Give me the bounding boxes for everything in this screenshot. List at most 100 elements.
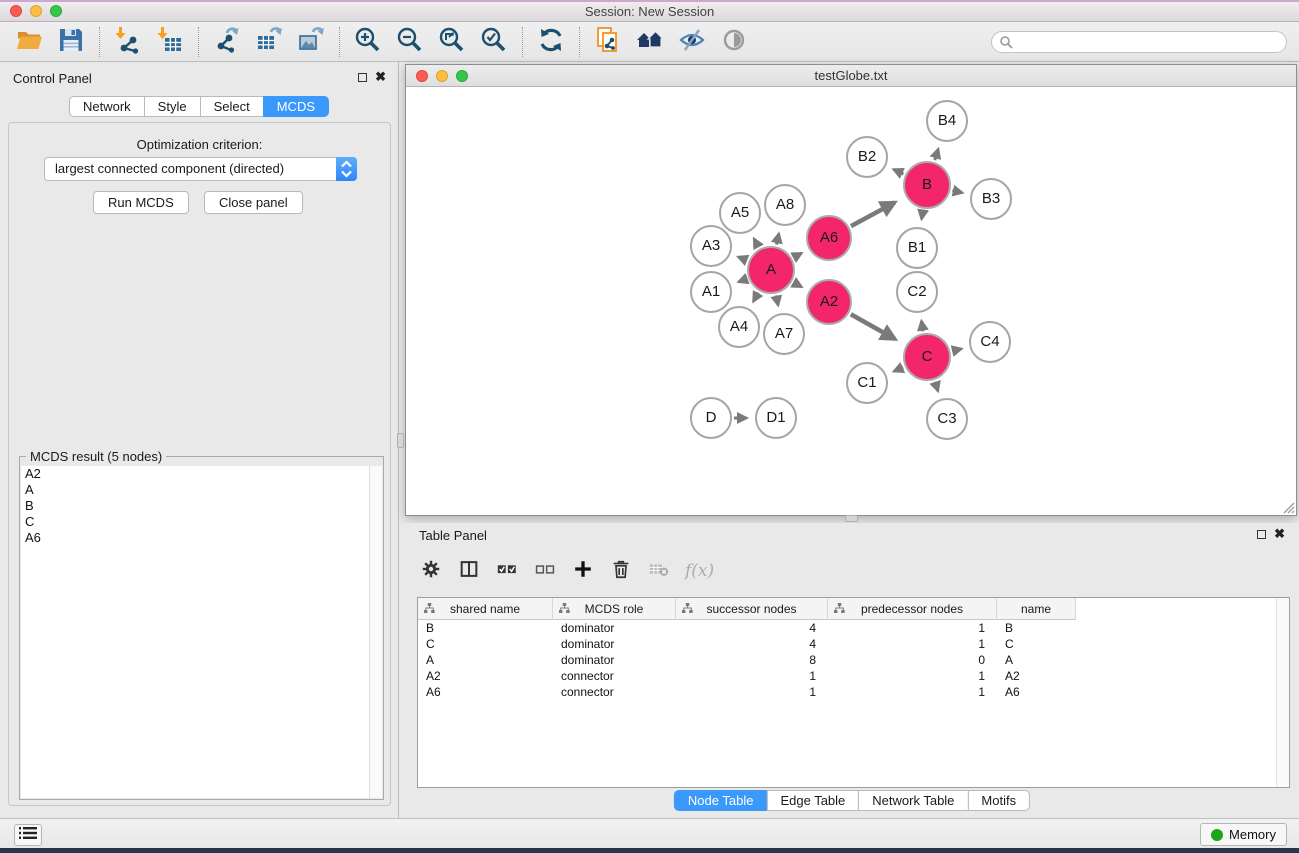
graph-node-A2[interactable]: A2 (806, 279, 852, 325)
graph-edge-A-A1[interactable] (739, 279, 747, 282)
graph-edge-B-B2[interactable] (894, 169, 904, 174)
table-row[interactable]: Cdominator41C (418, 636, 1289, 652)
graph-edge-A-A3[interactable] (738, 257, 747, 260)
float-panel-icon[interactable] (358, 73, 367, 82)
graph-edge-C-C1[interactable] (894, 367, 903, 371)
result-item[interactable]: A2 (21, 466, 382, 482)
vertical-splitter-grip[interactable] (397, 433, 404, 448)
graph-edge-B-B1[interactable] (922, 211, 923, 219)
table-row[interactable]: A2connector11A2 (418, 668, 1289, 684)
tab-select[interactable]: Select (200, 96, 264, 117)
graph-node-C1[interactable]: C1 (846, 362, 888, 404)
zoom-fit-button[interactable] (431, 24, 473, 60)
graph-edge-B-B4[interactable] (935, 149, 938, 160)
hide-panels-button[interactable] (671, 24, 713, 60)
graph-node-D1[interactable]: D1 (755, 397, 797, 439)
graph-node-A6[interactable]: A6 (806, 215, 852, 261)
tab-style[interactable]: Style (144, 96, 201, 117)
graph-node-B4[interactable]: B4 (926, 100, 968, 142)
graph-edge-A-A6[interactable] (794, 253, 802, 257)
result-item[interactable]: C (21, 514, 382, 530)
graph-edge-A6-B[interactable] (851, 202, 895, 226)
column-header-predecessor-nodes[interactable]: predecessor nodes (828, 598, 997, 620)
graph-node-C4[interactable]: C4 (969, 321, 1011, 363)
export-table-button[interactable] (248, 24, 290, 60)
graph-node-A1[interactable]: A1 (690, 271, 732, 313)
mcds-result-list[interactable]: A2ABCA6 (21, 466, 382, 798)
import-table-button[interactable] (149, 24, 191, 60)
horizontal-splitter-grip[interactable] (845, 515, 858, 522)
network-window-titlebar[interactable]: testGlobe.txt (406, 65, 1296, 87)
select-all-button[interactable] (495, 559, 519, 583)
graph-edge-A-A5[interactable] (754, 239, 759, 247)
graph-node-B1[interactable]: B1 (896, 227, 938, 269)
show-panels-button[interactable] (713, 24, 755, 60)
result-scrollbar[interactable] (369, 466, 382, 798)
graph-edge-A-A8[interactable] (776, 234, 778, 245)
table-row[interactable]: Bdominator41B (418, 620, 1289, 636)
graph-edge-A-A4[interactable] (753, 293, 758, 302)
graph-node-A7[interactable]: A7 (763, 313, 805, 355)
column-header-successor-nodes[interactable]: successor nodes (676, 598, 828, 620)
function-builder-button[interactable]: f(x) (685, 559, 714, 583)
save-session-button[interactable] (50, 24, 92, 60)
network-file-button[interactable] (587, 24, 629, 60)
graph-node-B3[interactable]: B3 (970, 178, 1012, 220)
graph-edge-A2-C[interactable] (851, 314, 895, 339)
close-panel-icon[interactable]: ✖ (375, 72, 386, 82)
graph-canvas[interactable]: B4B2BB3A8A5A6A3B1AA1C2A2A4A7C4CC1DD1C3 (406, 88, 1296, 515)
graph-edge-A-A7[interactable] (776, 295, 778, 305)
table-settings-button[interactable] (419, 559, 443, 583)
open-session-button[interactable] (8, 24, 50, 60)
zoom-in-button[interactable] (347, 24, 389, 60)
graph-edge-C-C3[interactable] (935, 382, 938, 391)
column-header-name[interactable]: name (997, 598, 1076, 620)
criterion-select[interactable]: largest connected component (directed) (44, 157, 357, 181)
float-panel-icon[interactable] (1257, 530, 1266, 539)
delete-column-button[interactable] (609, 559, 633, 583)
export-image-button[interactable] (290, 24, 332, 60)
show-columns-button[interactable] (457, 559, 481, 583)
close-panel-button[interactable]: Close panel (204, 191, 303, 214)
graph-node-B[interactable]: B (903, 161, 951, 209)
graph-node-B2[interactable]: B2 (846, 136, 888, 178)
graph-edge-B-B3[interactable] (952, 191, 962, 193)
import-network-button[interactable] (107, 24, 149, 60)
tab-edge-table[interactable]: Edge Table (766, 790, 859, 811)
graph-node-D[interactable]: D (690, 397, 732, 439)
graph-node-A5[interactable]: A5 (719, 192, 761, 234)
run-mcds-button[interactable]: Run MCDS (93, 191, 189, 214)
graph-node-A4[interactable]: A4 (718, 306, 760, 348)
deselect-all-button[interactable] (533, 559, 557, 583)
home-button[interactable] (629, 24, 671, 60)
result-item[interactable]: A (21, 482, 382, 498)
graph-node-A8[interactable]: A8 (764, 184, 806, 226)
result-item[interactable]: A6 (21, 530, 382, 546)
delete-table-button[interactable] (647, 559, 671, 583)
table-scrollbar[interactable] (1276, 598, 1289, 787)
close-panel-icon[interactable]: ✖ (1274, 529, 1285, 539)
graph-node-C[interactable]: C (903, 333, 951, 381)
graph-edge-C-C2[interactable] (921, 321, 923, 331)
export-network-button[interactable] (206, 24, 248, 60)
tab-network-table[interactable]: Network Table (858, 790, 968, 811)
create-column-button[interactable] (571, 559, 595, 583)
graph-node-C3[interactable]: C3 (926, 398, 968, 440)
tab-mcds[interactable]: MCDS (263, 96, 329, 117)
search-input[interactable] (991, 31, 1287, 53)
tab-node-table[interactable]: Node Table (674, 790, 768, 811)
column-header-shared-name[interactable]: shared name (418, 598, 553, 620)
column-header-mcds-role[interactable]: MCDS role (553, 598, 676, 620)
graph-node-A3[interactable]: A3 (690, 225, 732, 267)
refresh-button[interactable] (530, 24, 572, 60)
zoom-selected-button[interactable] (473, 24, 515, 60)
tab-network[interactable]: Network (69, 96, 145, 117)
table-row[interactable]: A6connector11A6 (418, 684, 1289, 700)
window-resize-grip[interactable] (1281, 500, 1295, 514)
tab-motifs[interactable]: Motifs (967, 790, 1030, 811)
graph-node-C2[interactable]: C2 (896, 271, 938, 313)
task-history-button[interactable] (14, 824, 42, 846)
result-item[interactable]: B (21, 498, 382, 514)
memory-button[interactable]: Memory (1200, 823, 1287, 846)
graph-edge-C-C4[interactable] (952, 349, 961, 351)
